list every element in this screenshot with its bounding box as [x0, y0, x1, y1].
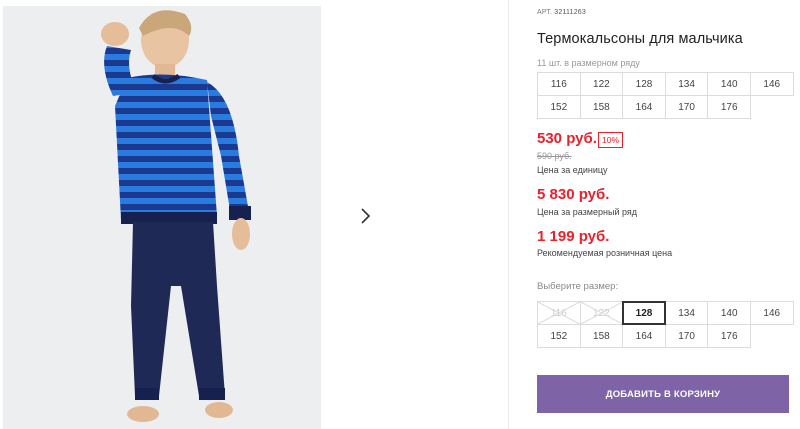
size-option-116[interactable]: 116: [537, 301, 581, 325]
size-range-item: 164: [622, 95, 666, 119]
size-range-grid: 116 122 128 134 140 146 152 158 164 170 …: [537, 72, 794, 119]
size-range-item: 158: [579, 95, 624, 119]
article-number: АРТ. 32111263: [537, 9, 586, 16]
size-row-price: 5 830 руб.: [537, 186, 610, 203]
product-photo: [3, 6, 321, 429]
size-range-item: 134: [664, 72, 709, 96]
size-range-item: 116: [537, 72, 581, 96]
size-option-140[interactable]: 140: [707, 301, 751, 325]
size-option-170[interactable]: 170: [664, 324, 709, 348]
size-range-note: 11 шт. в размерном ряду: [537, 58, 640, 68]
size-select-label: Выберите размер:: [537, 281, 619, 292]
strikethrough-icon: [538, 302, 580, 324]
size-option-164[interactable]: 164: [622, 324, 666, 348]
size-range-item: 122: [579, 72, 624, 96]
unit-price-caption: Цена за единицу: [537, 165, 608, 175]
size-range-item: 146: [749, 72, 794, 96]
chevron-right-icon: [360, 208, 370, 224]
size-option-158[interactable]: 158: [579, 324, 624, 348]
unit-price: 530 руб.: [537, 130, 597, 147]
discount-badge: 10%: [598, 132, 624, 148]
size-option-152[interactable]: 152: [537, 324, 581, 348]
article-label: АРТ.: [537, 9, 553, 16]
gallery-next-button[interactable]: [345, 196, 384, 236]
size-row-price-caption: Цена за размерный ряд: [537, 207, 638, 217]
size-range-item: 128: [622, 72, 666, 96]
size-range-item: 176: [707, 95, 751, 119]
article-value: 32111263: [554, 9, 586, 16]
size-range-item: 152: [537, 95, 581, 119]
product-gallery: [0, 0, 509, 429]
size-option-134[interactable]: 134: [664, 301, 709, 325]
strikethrough-icon: [580, 302, 623, 324]
product-photo-illustration: [3, 6, 321, 429]
size-option-176[interactable]: 176: [707, 324, 751, 348]
size-selector: 116 122 128 134 140 146 152 158 164 170 …: [537, 301, 794, 348]
size-range-item: 140: [707, 72, 751, 96]
size-option-122[interactable]: 122: [579, 301, 624, 325]
old-price: 590 руб.: [537, 151, 572, 161]
retail-price-caption: Рекомендуемая розничная цена: [537, 248, 673, 258]
size-range-item: 170: [664, 95, 709, 119]
size-option-146[interactable]: 146: [749, 301, 794, 325]
add-to-cart-button[interactable]: ДОБАВИТЬ В КОРЗИНУ: [537, 375, 789, 413]
size-option-128[interactable]: 128: [622, 301, 666, 325]
product-title: Термокальсоны для мальчика: [537, 31, 743, 47]
retail-price: 1 199 руб.: [537, 228, 610, 245]
